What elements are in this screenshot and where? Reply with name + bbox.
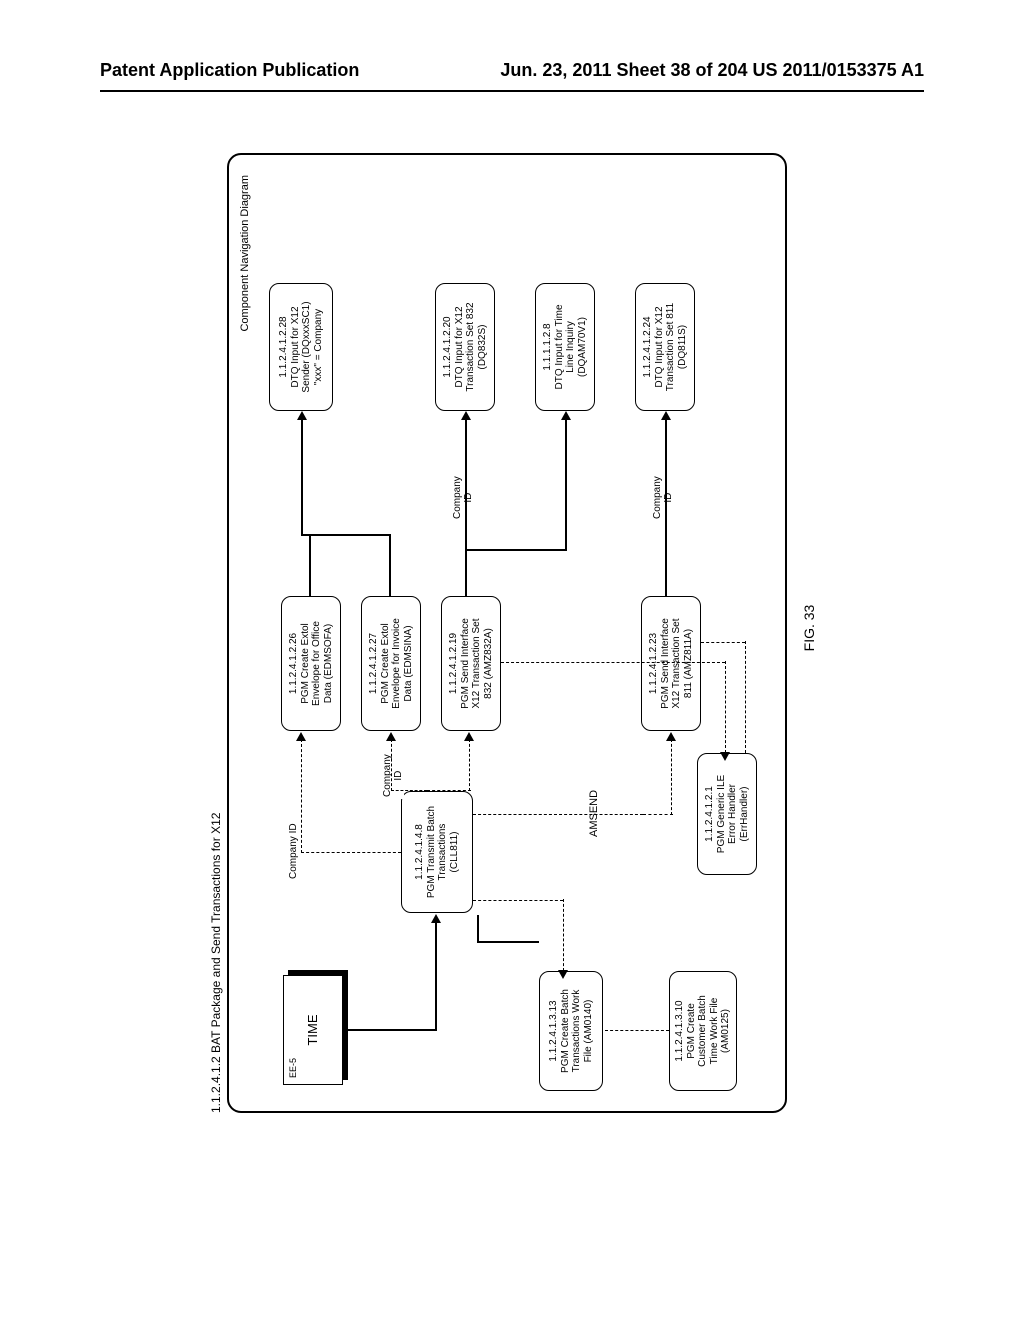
dtq-input-x12-832: 1.1.2.4.1.2.20 DTQ Input for X12 Transac… — [435, 283, 495, 411]
conn-cll-to-am0140-h — [563, 899, 564, 971]
pgm-create-customer-batch-time-work-file: 1.1.2.4.1.3.10 PGM Create Customer Batch… — [669, 971, 737, 1091]
arrow-to-edmsina — [386, 732, 396, 741]
conn-to-dtq-time-h — [565, 418, 567, 551]
conn-time-to-cll-h — [435, 921, 437, 1031]
figure-caption: FIG. 33 — [801, 605, 817, 652]
conn-am0140-to-cll-h — [477, 915, 479, 943]
conn-cll-to-amz832-v — [427, 790, 471, 791]
conn-amsend-v — [473, 814, 643, 815]
header-rule — [100, 90, 924, 92]
dtq-input-x12-811: 1.1.2.4.1.2.24 DTQ Input for X12 Transac… — [635, 283, 695, 411]
time-event-box: EE-5 TIME — [283, 975, 343, 1085]
conn-cll-to-edmsofa-h — [301, 739, 302, 853]
conn-cll-down-dash — [473, 900, 563, 901]
conn-832-branch-v — [465, 549, 565, 551]
pgm-send-interface-x12-811: 1.1.2.4.1.2.23 PGM Send Interface X12 Tr… — [641, 596, 701, 731]
header-right: Jun. 23, 2011 Sheet 38 of 204 US 2011/01… — [500, 60, 924, 81]
dtq-input-x12-sender: 1.1.2.4.1.2.28 DTQ Input for X12 Sender … — [269, 283, 333, 411]
label-company-id-832: Company ID — [453, 474, 474, 521]
conn-edms-to-dtqsender-h — [301, 418, 303, 536]
pgm-create-extol-envelope-invoice: 1.1.2.4.1.2.27 PGM Create Extol Envelope… — [361, 596, 421, 731]
conn-edmsina-right-h — [389, 536, 391, 596]
conn-cll-up-v — [301, 852, 401, 853]
dtq-input-time-line-inquiry: 1.1.1.1.2.8 DTQ Input for Time Line Inqu… — [535, 283, 595, 411]
conn-amz811-to-err-h — [745, 641, 746, 753]
pgm-create-extol-envelope-office: 1.1.2.4.1.2.26 PGM Create Extol Envelope… — [281, 596, 341, 731]
arrow-to-am0140 — [558, 970, 568, 979]
label-company-id-mid: Company ID — [383, 752, 404, 799]
diagram-host: 1.1.2.4.1.2 BAT Package and Send Transac… — [227, 143, 797, 1113]
conn-amz832-to-err-h — [725, 661, 726, 753]
pgm-create-batch-transactions-work-file: 1.1.2.4.1.3.13 PGM Create Batch Transact… — [539, 971, 603, 1091]
conn-amz811-to-err-v — [701, 642, 745, 643]
diagram-outer-frame: Component Navigation Diagram EE-5 TIME 1… — [227, 153, 787, 1113]
conn-cll-to-edmsina-v — [391, 790, 427, 791]
arrow-to-amz811 — [666, 732, 676, 741]
arrow-time-to-cll — [431, 914, 441, 923]
diagram-title-bar: 1.1.2.4.1.2 BAT Package and Send Transac… — [209, 813, 223, 1113]
conn-832-to-dtq-h — [465, 418, 467, 596]
arrow-to-dtq-sender — [297, 411, 307, 420]
arrow-to-amz832 — [464, 732, 474, 741]
conn-am0140-up-v — [477, 941, 539, 943]
time-label: TIME — [306, 1014, 321, 1045]
conn-cll-to-amz832-h — [469, 739, 470, 791]
conn-811-to-dtq-h — [665, 418, 667, 596]
conn-am0125-up — [605, 1030, 669, 1031]
conn-edmsofa-right-h — [309, 536, 311, 596]
patent-page: Patent Application Publication Jun. 23, … — [0, 0, 1024, 1320]
arrow-811-to-dtq — [661, 411, 671, 420]
conn-to-amz811-h — [671, 739, 672, 815]
pgm-transmit-batch-transactions: 1.1.2.4.1.4.8 PGM Transmit Batch Transac… — [401, 791, 473, 913]
conn-to-amz811-v — [643, 814, 673, 815]
ee5-label: EE-5 — [288, 1058, 298, 1078]
arrow-to-errh-1 — [720, 752, 730, 761]
conn-amz832-to-err-v — [501, 662, 725, 663]
conn-cll-to-edmsina-h — [391, 739, 392, 791]
component-nav-title: Component Navigation Diagram — [239, 175, 251, 332]
pgm-send-interface-x12-832: 1.1.2.4.1.2.19 PGM Send Interface X12 Tr… — [441, 596, 501, 731]
label-company-id-top: Company ID — [289, 821, 300, 881]
conn-time-down-v — [347, 1029, 437, 1031]
label-company-id-811: Company ID — [653, 474, 674, 521]
arrow-to-dtq-time — [561, 411, 571, 420]
arrow-832-to-dtq — [461, 411, 471, 420]
header-left: Patent Application Publication — [100, 60, 359, 81]
conn-edms-merge-v — [301, 534, 391, 536]
pgm-generic-ile-error-handler: 1.1.2.4.1.2.1 PGM Generic ILE Error Hand… — [697, 753, 757, 875]
arrow-to-edmsofa — [296, 732, 306, 741]
